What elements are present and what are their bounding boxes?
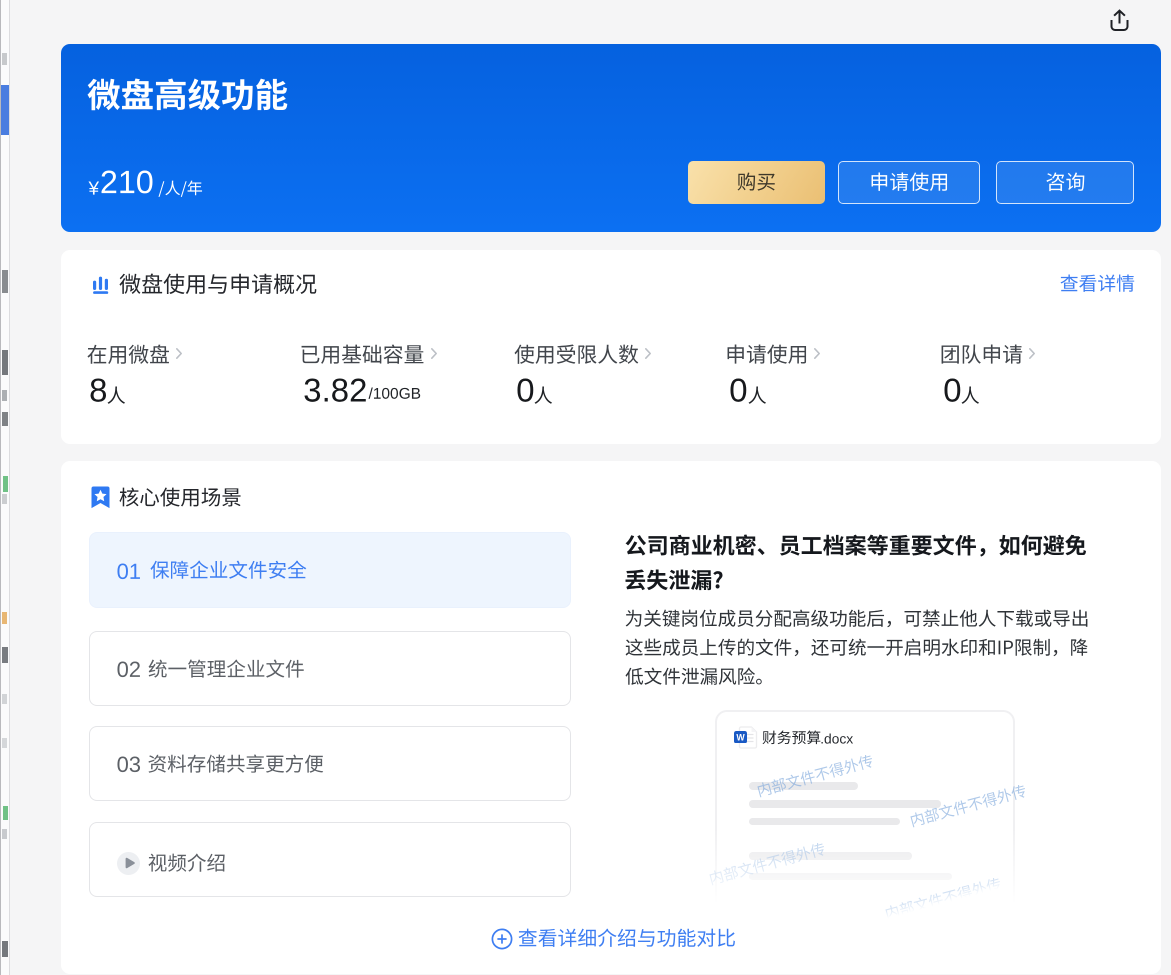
svg-text:W: W <box>737 732 746 742</box>
